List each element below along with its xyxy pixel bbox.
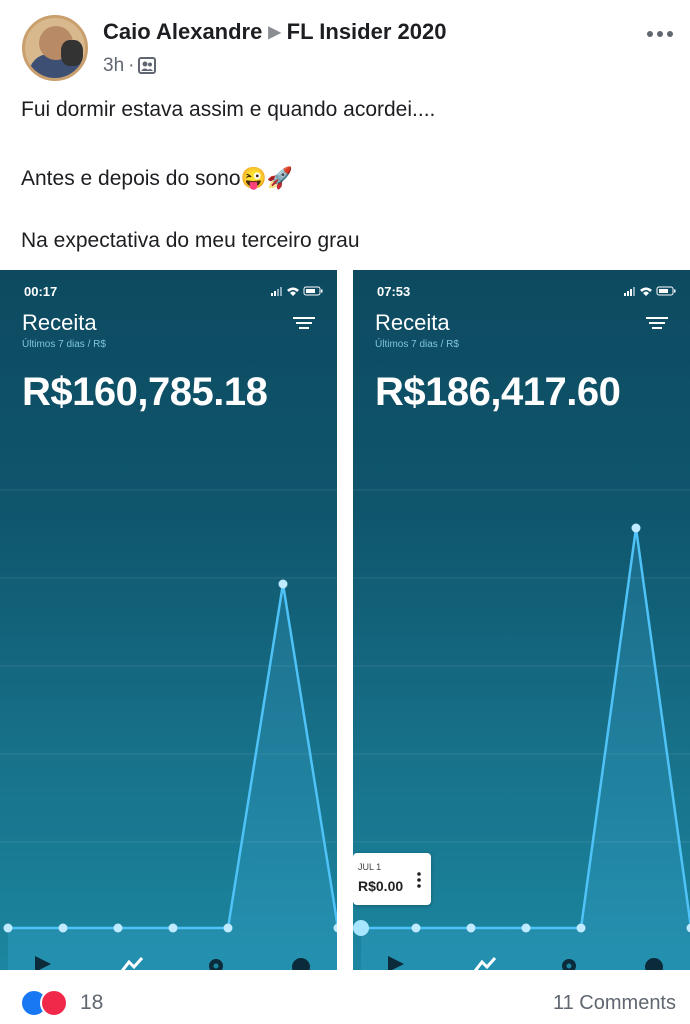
data-point[interactable] bbox=[3, 923, 13, 933]
chart-tooltip[interactable]: JUL 1 R$0.00 bbox=[353, 853, 431, 905]
status-time: 07:53 bbox=[377, 284, 411, 299]
play-icon[interactable] bbox=[386, 956, 408, 970]
arrow-right-icon: ▶ bbox=[268, 24, 281, 41]
shot-title: Receita bbox=[22, 310, 97, 335]
divider bbox=[0, 970, 690, 971]
tooltip-value: R$0.00 bbox=[358, 878, 404, 894]
status-icons bbox=[271, 286, 323, 296]
data-point[interactable] bbox=[466, 923, 476, 933]
avatar-ca-icon[interactable] bbox=[643, 956, 665, 970]
data-point[interactable] bbox=[113, 923, 123, 933]
author-line: Caio Alexandre ▶ FL Insider 2020 bbox=[103, 19, 446, 45]
more-vertical-icon[interactable] bbox=[416, 871, 422, 889]
filter-icon[interactable] bbox=[293, 315, 315, 333]
status-time: 00:17 bbox=[24, 284, 58, 299]
data-point[interactable] bbox=[223, 923, 233, 933]
series-area bbox=[8, 584, 337, 970]
tab-bar bbox=[353, 946, 690, 970]
tab-bar bbox=[0, 946, 337, 970]
data-point[interactable] bbox=[631, 523, 641, 533]
shot-subtitle: Últimos 7 dias / R$ bbox=[22, 339, 106, 350]
data-point[interactable] bbox=[353, 920, 369, 936]
data-point[interactable] bbox=[411, 923, 421, 933]
author-avatar[interactable] bbox=[22, 15, 88, 81]
reaction-count: 18 bbox=[80, 991, 104, 1014]
post-meta: 3h · bbox=[103, 54, 157, 77]
author-name[interactable]: Caio Alexandre bbox=[103, 19, 262, 44]
gear-icon[interactable] bbox=[205, 956, 227, 970]
screenshot-before[interactable]: 00:17 Receita Últimos 7 dias / R$ R$160,… bbox=[0, 270, 337, 970]
tooltip-date: JUL 1 bbox=[358, 862, 382, 872]
trend-icon[interactable] bbox=[474, 956, 496, 970]
comments-link[interactable]: 11 Comments bbox=[553, 992, 676, 1015]
trend-icon[interactable] bbox=[121, 956, 143, 970]
data-point[interactable] bbox=[168, 923, 178, 933]
post-header: Caio Alexandre ▶ FL Insider 2020 3h · bbox=[0, 0, 690, 90]
revenue-amount: R$160,785.18 bbox=[22, 370, 268, 414]
post-text-line-1: Fui dormir estava assim e quando acordei… bbox=[21, 98, 436, 121]
screenshot-after[interactable]: 07:53 Receita Últimos 7 dias / R$ R$186,… bbox=[353, 270, 690, 970]
shot-subtitle: Últimos 7 dias / R$ bbox=[375, 339, 459, 350]
filter-icon[interactable] bbox=[646, 315, 668, 333]
avatar-ca-icon[interactable] bbox=[290, 956, 312, 970]
post-text-line-2: Antes e depois do sono😜🚀 bbox=[21, 167, 293, 190]
post-time[interactable]: 3h bbox=[103, 55, 124, 76]
post-text-line-3: Na expectativa do meu terceiro grau bbox=[21, 229, 360, 252]
status-icons bbox=[624, 286, 676, 296]
more-icon[interactable] bbox=[642, 24, 678, 44]
play-icon[interactable] bbox=[33, 956, 55, 970]
data-point[interactable] bbox=[576, 923, 586, 933]
love-icon bbox=[40, 989, 68, 1017]
shot-title: Receita bbox=[375, 310, 450, 335]
group-icon bbox=[138, 57, 157, 74]
group-name[interactable]: FL Insider 2020 bbox=[287, 19, 447, 44]
data-point[interactable] bbox=[521, 923, 531, 933]
gear-icon[interactable] bbox=[558, 956, 580, 970]
revenue-amount: R$186,417.60 bbox=[375, 370, 621, 414]
data-point[interactable] bbox=[58, 923, 68, 933]
data-point[interactable] bbox=[278, 579, 288, 589]
